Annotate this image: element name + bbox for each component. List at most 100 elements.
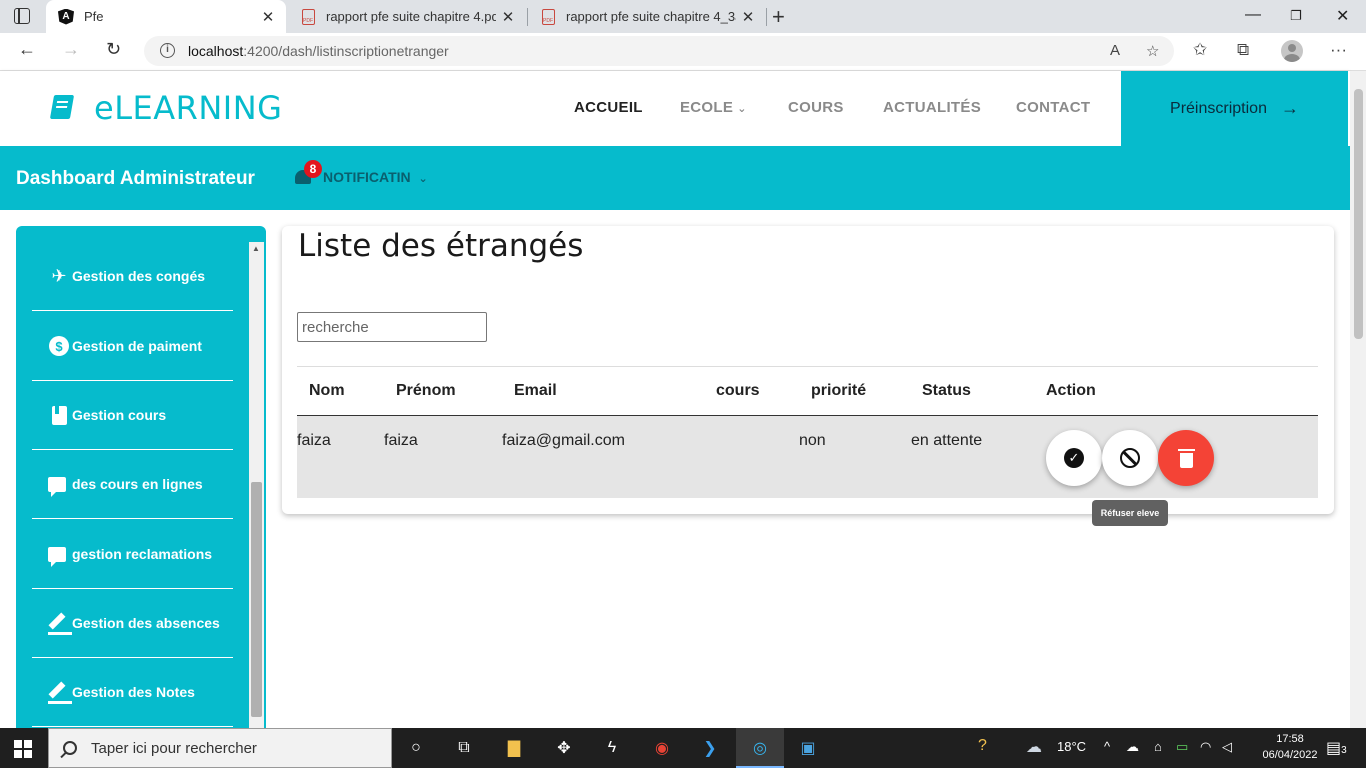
sidebar-item-label: Gestion des congés bbox=[72, 268, 206, 284]
chevron-down-icon: ⌄ bbox=[737, 103, 747, 115]
address-bar[interactable]: i localhost:4200/dash/listinscriptionetr… bbox=[144, 36, 1174, 66]
column-header-status: Status bbox=[922, 382, 971, 399]
dashboard-bar: Dashboard Administrateur 8 NOTIFICATIN ⌄ bbox=[0, 146, 1350, 210]
tooltip: Réfuser eleve bbox=[1092, 500, 1168, 526]
scrollbar-thumb[interactable] bbox=[251, 482, 262, 717]
notification-label: NOTIFICATIN bbox=[323, 169, 411, 185]
profile-avatar[interactable] bbox=[1281, 40, 1303, 62]
delete-button[interactable] bbox=[1158, 430, 1214, 486]
tab-rapport-1[interactable]: PDF rapport pfe suite chapitre 4.pdf ✕ bbox=[288, 0, 526, 33]
dollar-icon: $ bbox=[48, 335, 70, 357]
accept-button[interactable]: ✓ bbox=[1046, 430, 1102, 486]
notification-badge: 8 bbox=[304, 160, 322, 178]
chevron-up-icon[interactable]: ^ bbox=[1104, 739, 1110, 754]
read-aloud-icon[interactable]: A bbox=[1110, 42, 1120, 59]
task-view-icon[interactable]: ⧉ bbox=[452, 736, 476, 760]
back-icon[interactable]: ← bbox=[18, 39, 36, 60]
windows-start-icon[interactable] bbox=[14, 740, 32, 758]
sidebar-item-label: Gestion des Notes bbox=[72, 684, 195, 700]
cortana-icon[interactable]: ○ bbox=[404, 736, 428, 760]
arrow-right-icon: → bbox=[1280, 98, 1299, 118]
site-header: eLEARNING ACCUEIL ECOLE ⌄ COURS ACTUALITÉ… bbox=[0, 71, 1350, 146]
chat-icon bbox=[48, 543, 70, 567]
logo[interactable]: eLEARNING bbox=[48, 89, 282, 127]
clock-time: 17:58 bbox=[1276, 733, 1304, 745]
column-header-priorite: priorité bbox=[811, 382, 867, 399]
info-icon[interactable]: i bbox=[160, 43, 175, 58]
cell-prenom: faiza bbox=[384, 432, 418, 449]
sidebar-item-cours[interactable]: Gestion cours bbox=[32, 381, 233, 450]
check-icon: ✓ bbox=[1064, 448, 1084, 468]
sidebar-scrollbar[interactable]: ▲ bbox=[249, 242, 264, 728]
battery-icon[interactable]: ▭ bbox=[1176, 739, 1188, 755]
sidebar-item-paiment[interactable]: $ Gestion de paiment bbox=[32, 312, 233, 381]
more-icon[interactable]: ··· bbox=[1330, 40, 1347, 60]
chevron-down-icon: ⌄ bbox=[418, 173, 428, 185]
close-icon[interactable]: ✕ bbox=[256, 8, 280, 26]
nav-cours[interactable]: COURS bbox=[788, 99, 844, 116]
cell-status: en attente bbox=[911, 432, 983, 449]
bell-icon[interactable]: 8 bbox=[294, 160, 322, 186]
wifi-icon[interactable]: ◠ bbox=[1200, 739, 1211, 755]
refuse-button[interactable] bbox=[1102, 430, 1158, 486]
favorites-icon[interactable]: ✩ bbox=[1193, 40, 1207, 60]
taskbar: Taper ici pour rechercher ○ ⧉ ▇ ✥ ϟ ◉ ❯ … bbox=[0, 728, 1366, 768]
refresh-icon[interactable]: ↻ bbox=[106, 39, 121, 60]
cell-email: faiza@gmail.com bbox=[502, 432, 625, 449]
page-scrollbar-thumb[interactable] bbox=[1354, 89, 1363, 339]
tab-actions-icon[interactable] bbox=[14, 8, 30, 24]
scroll-up-icon[interactable]: ▲ bbox=[252, 244, 260, 253]
pdf-icon: PDF bbox=[540, 8, 556, 25]
search-input[interactable] bbox=[297, 312, 487, 342]
add-favorite-icon[interactable]: ☆ bbox=[1146, 42, 1159, 60]
edge-icon[interactable]: ◎ bbox=[748, 736, 772, 760]
nav-actualites[interactable]: ACTUALITÉS bbox=[883, 99, 981, 116]
window-close-icon[interactable]: ✕ bbox=[1336, 6, 1349, 26]
minimize-icon[interactable]: — bbox=[1245, 6, 1261, 24]
help-icon[interactable]: ? bbox=[978, 737, 987, 755]
sidebar-item-reclamations[interactable]: gestion reclamations bbox=[32, 520, 233, 589]
taskbar-search[interactable]: Taper ici pour rechercher bbox=[48, 728, 392, 768]
chrome-icon[interactable]: ◉ bbox=[650, 736, 674, 760]
clock[interactable]: 17:58 06/04/2022 bbox=[1262, 731, 1318, 763]
sidebar-item-label: des cours en lignes bbox=[72, 476, 203, 492]
temperature[interactable]: 18°C bbox=[1057, 739, 1086, 754]
nav-ecole[interactable]: ECOLE ⌄ bbox=[680, 99, 747, 116]
column-header-cours: cours bbox=[716, 382, 760, 399]
onedrive-icon[interactable]: ☁ bbox=[1126, 739, 1139, 755]
nav-contact[interactable]: CONTACT bbox=[1016, 99, 1090, 116]
table-top-divider bbox=[297, 366, 1318, 367]
app-icon[interactable]: ϟ bbox=[600, 736, 624, 760]
page-scrollbar[interactable] bbox=[1350, 71, 1366, 728]
tab-title: Pfe bbox=[84, 9, 104, 24]
dashboard-title: Dashboard Administrateur bbox=[16, 168, 255, 189]
action-center-icon[interactable]: ▤3 bbox=[1326, 738, 1347, 758]
file-explorer-icon[interactable]: ▇ bbox=[502, 736, 526, 760]
volume-icon[interactable]: ◁ bbox=[1222, 739, 1232, 755]
tab-title: rapport pfe suite chapitre 4.pdf bbox=[326, 9, 496, 24]
vscode-icon[interactable]: ❯ bbox=[698, 736, 722, 760]
nav-accueil[interactable]: ACCUEIL bbox=[574, 99, 643, 116]
sidebar-item-label: Gestion des absences bbox=[72, 615, 220, 631]
forward-icon[interactable]: → bbox=[62, 39, 80, 60]
new-tab-button[interactable]: + bbox=[772, 4, 785, 30]
url-text[interactable]: localhost:4200/dash/listinscriptionetran… bbox=[188, 43, 449, 59]
device-icon[interactable]: ⌂ bbox=[1154, 739, 1162, 754]
notification-dropdown[interactable]: NOTIFICATIN ⌄ bbox=[323, 169, 428, 185]
page-title: Liste des étrangés bbox=[298, 228, 584, 264]
tab-rapport-2[interactable]: PDF rapport pfe suite chapitre 4_3avr ✕ bbox=[528, 0, 766, 33]
collections-icon[interactable]: ⧉ bbox=[1237, 40, 1249, 60]
sidebar-item-conges[interactable]: ✈ Gestion des congés bbox=[32, 242, 233, 311]
restore-icon[interactable]: ❐ bbox=[1290, 8, 1302, 24]
sidebar-item-notes[interactable]: Gestion des Notes bbox=[32, 658, 233, 727]
photos-icon[interactable]: ▣ bbox=[796, 736, 820, 760]
preinscription-button[interactable]: Préinscription → bbox=[1121, 71, 1348, 146]
logo-text: eLEARNING bbox=[94, 89, 283, 127]
close-icon[interactable]: ✕ bbox=[496, 8, 520, 26]
sidebar: ✈ Gestion des congés $ Gestion de paimen… bbox=[16, 226, 266, 728]
sidebar-item-absences[interactable]: Gestion des absences bbox=[32, 589, 233, 658]
tab-pfe[interactable]: A Pfe ✕ bbox=[46, 0, 286, 33]
close-icon[interactable]: ✕ bbox=[736, 8, 760, 26]
sidebar-item-cours-en-lignes[interactable]: des cours en lignes bbox=[32, 450, 233, 519]
dropbox-icon[interactable]: ✥ bbox=[552, 736, 576, 760]
